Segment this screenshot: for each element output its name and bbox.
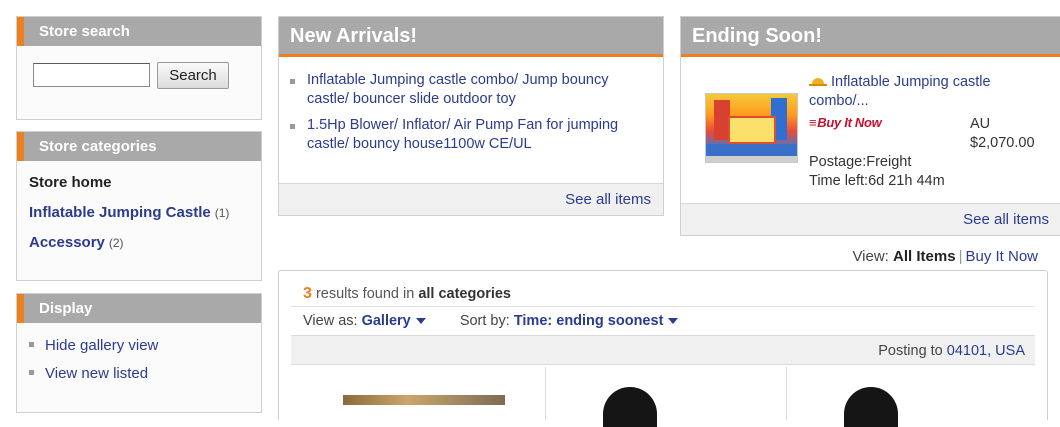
- display-option[interactable]: Hide gallery view: [29, 336, 158, 364]
- ending-soon-footer: See all items: [681, 203, 1060, 235]
- category-link[interactable]: Inflatable Jumping Castle: [29, 204, 211, 221]
- posting-to-link[interactable]: 04101, USA: [947, 343, 1025, 359]
- sunset-icon: [809, 74, 827, 86]
- item-thumbnail[interactable]: [705, 93, 798, 163]
- display-options-list: Hide gallery view View new listed: [29, 336, 158, 392]
- results-count: 3 results found in all categories: [303, 285, 511, 303]
- view-toggle-row: View: All Items | Buy It Now: [852, 248, 1038, 265]
- time-left-text: Time left:6d 21h 44m: [809, 173, 945, 189]
- store-categories-box: Store categories Store home Inflatable J…: [16, 131, 262, 281]
- bullet-icon: [290, 79, 295, 84]
- see-all-items-link[interactable]: See all items: [963, 211, 1049, 228]
- view-buy-it-now-link[interactable]: Buy It Now: [965, 248, 1038, 265]
- posting-to-label: Posting to: [878, 343, 943, 359]
- view-label: View:: [852, 248, 889, 265]
- category-list: Store home Inflatable Jumping Castle (1) …: [29, 173, 229, 263]
- sort-by-value: Time: ending soonest: [513, 313, 664, 329]
- see-all-items-link[interactable]: See all items: [565, 191, 651, 208]
- buy-it-now-logo: ≡Buy It Now: [809, 115, 882, 130]
- store-categories-title: Store categories: [17, 132, 261, 161]
- divider: [291, 306, 1035, 307]
- category-item-inflatable[interactable]: Inflatable Jumping Castle (1): [29, 203, 229, 233]
- chevron-down-icon: [415, 318, 426, 325]
- hide-gallery-view-link[interactable]: Hide gallery view: [45, 337, 158, 354]
- category-item-home[interactable]: Store home: [29, 173, 229, 203]
- new-arrivals-title: New Arrivals!: [279, 17, 663, 57]
- price-currency: AU: [970, 116, 991, 132]
- results-scope: all categories: [418, 286, 511, 302]
- ending-item-title[interactable]: Inflatable Jumping castle combo/...: [809, 73, 1049, 111]
- results-controls: View as: Gallery Sort by: Time: ending s…: [303, 313, 679, 329]
- new-arrivals-panel: New Arrivals! Inflatable Jumping castle …: [278, 16, 664, 216]
- bullet-icon: [290, 124, 295, 129]
- ending-soon-title: Ending Soon!: [681, 17, 1060, 57]
- new-arrivals-list: Inflatable Jumping castle combo/ Jump bo…: [290, 71, 650, 161]
- column-divider: [545, 367, 546, 420]
- bullet-icon: [29, 369, 34, 375]
- view-separator: |: [958, 248, 963, 265]
- results-found-text: results found in: [315, 286, 415, 302]
- search-button[interactable]: Search: [157, 62, 229, 89]
- column-divider: [786, 367, 787, 420]
- store-search-title: Store search: [17, 17, 261, 46]
- bin-logo-text: Buy It Now: [817, 115, 882, 130]
- chevron-down-icon: [668, 318, 679, 325]
- store-home-link[interactable]: Store home: [29, 174, 112, 191]
- posting-to-bar: Posting to 04101, USA: [291, 335, 1035, 365]
- category-item-accessory[interactable]: Accessory (2): [29, 233, 229, 263]
- price-value: $2,070.00: [970, 135, 1035, 151]
- sort-by-dropdown[interactable]: Time: ending soonest: [514, 313, 679, 329]
- result-thumbnail[interactable]: [603, 387, 657, 427]
- category-link[interactable]: Accessory: [29, 234, 105, 251]
- bin-bars-icon: ≡: [809, 115, 817, 130]
- results-panel: 3 results found in all categories View a…: [278, 270, 1048, 427]
- thumbnail-shape: [728, 116, 776, 144]
- display-box: Display Hide gallery view View new liste…: [16, 293, 262, 413]
- view-new-listed-link[interactable]: View new listed: [45, 365, 148, 382]
- list-item[interactable]: 1.5Hp Blower/ Inflator/ Air Pump Fan for…: [290, 116, 650, 154]
- store-search-input[interactable]: [33, 63, 150, 87]
- new-arrivals-footer: See all items: [279, 183, 663, 215]
- new-arrival-link[interactable]: Inflatable Jumping castle combo/ Jump bo…: [307, 72, 608, 107]
- ending-item-link[interactable]: Inflatable Jumping castle combo/...: [809, 74, 991, 109]
- postage-text: Postage:Freight: [809, 154, 912, 170]
- result-thumbnail[interactable]: [844, 387, 898, 427]
- view-as-dropdown[interactable]: Gallery: [362, 313, 426, 329]
- view-all-items[interactable]: All Items: [893, 248, 956, 265]
- view-as-label: View as:: [303, 313, 358, 329]
- display-title: Display: [17, 294, 261, 323]
- category-count: (1): [214, 206, 230, 220]
- new-arrival-link[interactable]: 1.5Hp Blower/ Inflator/ Air Pump Fan for…: [307, 117, 618, 152]
- ending-soon-panel: Ending Soon! Inflatable Jumping castle c…: [680, 16, 1060, 236]
- thumbnail-shape: [706, 156, 797, 162]
- category-count: (2): [108, 236, 124, 250]
- display-option[interactable]: View new listed: [29, 364, 158, 392]
- results-number: 3: [303, 285, 312, 302]
- list-item[interactable]: Inflatable Jumping castle combo/ Jump bo…: [290, 71, 650, 109]
- result-thumbnail[interactable]: [343, 395, 505, 405]
- sort-by-label: Sort by:: [459, 313, 510, 329]
- bullet-icon: [29, 341, 34, 347]
- store-search-box: Store search Search: [16, 16, 262, 120]
- view-as-value: Gallery: [361, 313, 411, 329]
